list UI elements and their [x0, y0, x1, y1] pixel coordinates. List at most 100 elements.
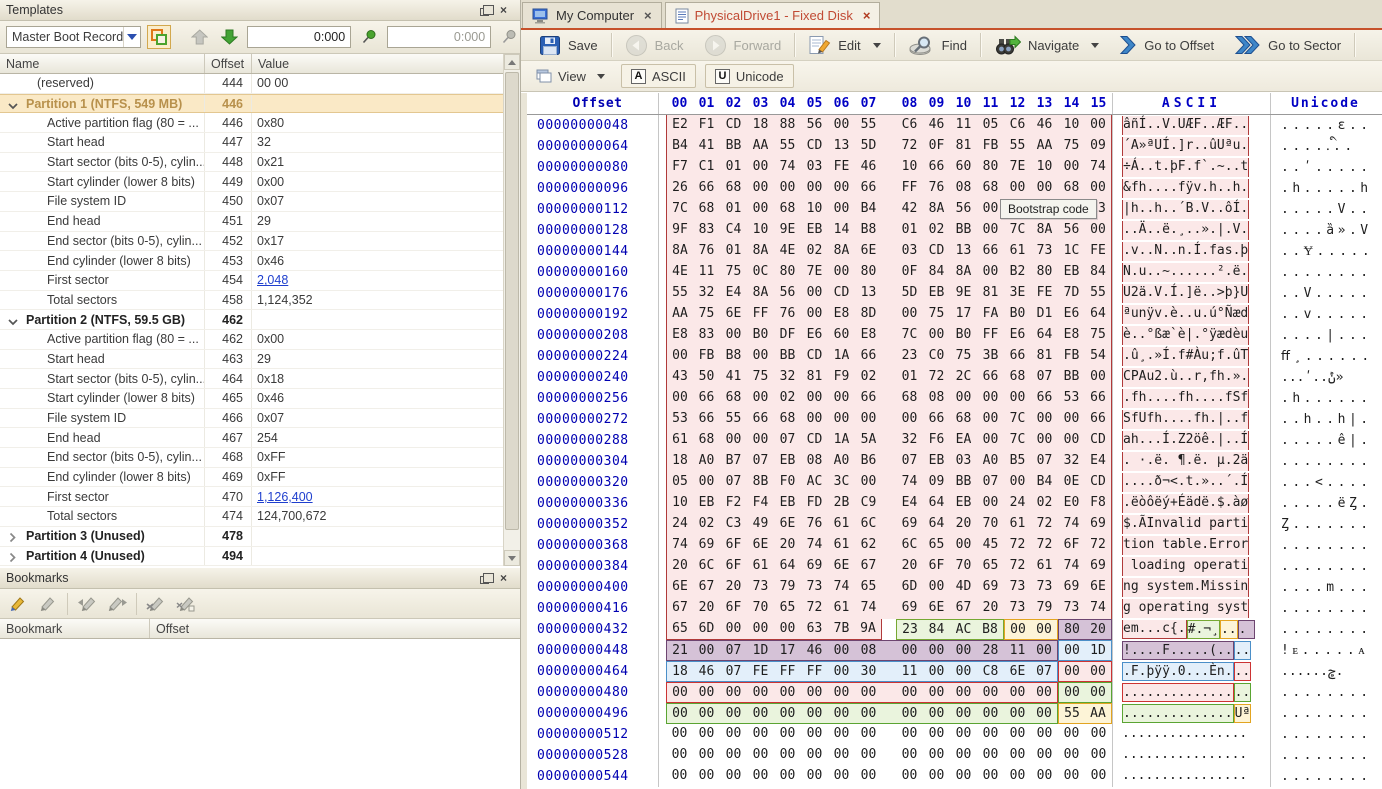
hex-byte-cell[interactable]: 21 — [666, 640, 693, 661]
hex-byte-cell[interactable]: CD — [1085, 430, 1112, 451]
hex-byte-cell[interactable]: 00 — [1058, 745, 1085, 766]
ascii-cell[interactable]: CPAu2.ù..r,fh.». — [1122, 368, 1249, 387]
ascii-cell[interactable]: |h..h..´B.V..ôÍ. — [1122, 200, 1249, 219]
hex-byte-cell[interactable]: 72 — [896, 136, 923, 157]
hex-byte-cell[interactable]: 80 — [1058, 619, 1085, 640]
hex-byte-cell[interactable]: 00 — [828, 640, 855, 661]
template-field-name[interactable]: Active partition flag (80 = ... — [0, 113, 205, 132]
hex-byte-cell[interactable]: 69 — [801, 556, 828, 577]
hex-byte-cell[interactable]: 00 — [1058, 430, 1085, 451]
hex-byte-cell[interactable]: 88 — [774, 115, 801, 136]
chevron-down-icon[interactable] — [1091, 43, 1099, 48]
template-manager-button[interactable] — [147, 25, 171, 49]
hex-byte-cell[interactable]: 00 — [1058, 409, 1085, 430]
hex-byte-cell[interactable]: C9 — [855, 493, 882, 514]
hex-byte-cell[interactable]: 20 — [977, 598, 1004, 619]
hex-byte-cell[interactable]: 74 — [801, 535, 828, 556]
hex-byte-cell[interactable]: 55 — [720, 409, 747, 430]
hex-byte-cell[interactable]: B0 — [1004, 304, 1031, 325]
hex-byte-cell[interactable]: 66 — [693, 409, 720, 430]
hex-byte-cell[interactable]: FF — [774, 661, 801, 682]
ascii-cell[interactable]: ÷Á..t.þF.f`.~..t — [1122, 158, 1249, 177]
hex-byte-cell[interactable]: 43 — [666, 367, 693, 388]
hex-byte-cell[interactable]: 00 — [923, 577, 950, 598]
hex-byte-cell[interactable]: 00 — [1031, 619, 1058, 640]
hex-byte-cell[interactable]: 13 — [950, 241, 977, 262]
hex-byte-cell[interactable]: 00 — [666, 346, 693, 367]
hex-byte-cell[interactable]: 73 — [1031, 577, 1058, 598]
save-button[interactable]: Save — [529, 32, 608, 59]
template-row[interactable]: Total sectors4581,124,352 — [0, 291, 503, 311]
hex-byte-cell[interactable]: 00 — [923, 724, 950, 745]
hex-byte-cell[interactable]: 08 — [923, 388, 950, 409]
hex-byte-cell[interactable]: D1 — [1031, 304, 1058, 325]
hex-byte-cell[interactable]: 00 — [774, 703, 801, 724]
hex-byte-cell[interactable]: FB — [693, 346, 720, 367]
hex-byte-cell[interactable]: 67 — [693, 577, 720, 598]
ascii-cell[interactable]: U2ä.V.Í.]ë..>þ}U — [1122, 284, 1249, 303]
hex-byte-cell[interactable]: 7C — [1004, 409, 1031, 430]
hex-byte-cell[interactable]: EB — [1058, 262, 1085, 283]
hex-byte-cell[interactable]: 66 — [923, 157, 950, 178]
hex-byte-cell[interactable]: 00 — [828, 682, 855, 703]
hex-byte-cell[interactable]: AA — [666, 304, 693, 325]
hex-byte-cell[interactable]: 6F — [923, 556, 950, 577]
hex-byte-cell[interactable]: 00 — [977, 745, 1004, 766]
hex-byte-cell[interactable]: 00 — [923, 703, 950, 724]
template-row[interactable]: End sector (bits 0-5), cylin...4520x17 — [0, 232, 503, 252]
hex-byte-cell[interactable]: 00 — [747, 703, 774, 724]
hex-byte-cell[interactable]: B5 — [1004, 451, 1031, 472]
hex-byte-cell[interactable]: 73 — [1004, 598, 1031, 619]
hex-byte-cell[interactable]: 18 — [666, 661, 693, 682]
hex-byte-cell[interactable]: 66 — [855, 346, 882, 367]
hex-byte-cell[interactable]: 00 — [923, 745, 950, 766]
ascii-cell[interactable]: !....F.....(.. — [1122, 641, 1234, 660]
expander[interactable] — [8, 99, 18, 108]
hex-byte-cell[interactable]: 05 — [666, 472, 693, 493]
edit-bookmark-button[interactable] — [35, 592, 61, 616]
hex-byte-cell[interactable]: 00 — [896, 682, 923, 703]
ascii-cell[interactable]: ....ð¬<.t.»..´.Í — [1122, 473, 1249, 492]
hex-byte-cell[interactable]: 07 — [1031, 661, 1058, 682]
hex-byte-cell[interactable]: 00 — [747, 682, 774, 703]
hex-byte-cell[interactable]: 13 — [828, 136, 855, 157]
hex-byte-cell[interactable]: 00 — [774, 682, 801, 703]
hex-byte-cell[interactable]: 00 — [747, 619, 774, 640]
hex-byte-cell[interactable]: 00 — [1004, 745, 1031, 766]
hex-byte-cell[interactable]: 80 — [774, 262, 801, 283]
hex-byte-cell[interactable]: 3B — [977, 346, 1004, 367]
hex-byte-cell[interactable]: 00 — [855, 682, 882, 703]
hex-byte-cell[interactable]: 00 — [1085, 766, 1112, 787]
hex-byte-cell[interactable]: 6E — [720, 304, 747, 325]
hex-byte-cell[interactable]: B6 — [855, 451, 882, 472]
hex-byte-cell[interactable]: 64 — [923, 514, 950, 535]
ascii-cell[interactable]: . — [1238, 620, 1256, 639]
hex-byte-cell[interactable]: 10 — [666, 493, 693, 514]
hex-byte-cell[interactable]: 07 — [774, 430, 801, 451]
hex-byte-cell[interactable]: F8 — [1085, 493, 1112, 514]
expander[interactable] — [8, 315, 18, 324]
expander[interactable] — [8, 551, 18, 560]
hex-byte-cell[interactable]: 20 — [1085, 619, 1112, 640]
template-row[interactable]: Start head44732 — [0, 133, 503, 153]
hex-byte-cell[interactable]: 49 — [747, 514, 774, 535]
template-field-name[interactable]: Total sectors — [0, 291, 205, 310]
hex-byte-cell[interactable]: 00 — [720, 724, 747, 745]
hex-byte-cell[interactable]: 7E — [801, 262, 828, 283]
hex-byte-cell[interactable]: 24 — [666, 514, 693, 535]
template-field-name[interactable]: End cylinder (lower 8 bits) — [0, 468, 205, 487]
template-row[interactable]: Total sectors474124,700,672 — [0, 507, 503, 527]
hex-byte-cell[interactable]: 66 — [1004, 346, 1031, 367]
hex-byte-cell[interactable]: 03 — [801, 157, 828, 178]
hex-byte-cell[interactable]: E4 — [1085, 451, 1112, 472]
hex-byte-cell[interactable]: 0F — [896, 262, 923, 283]
next-bookmark-button[interactable] — [104, 592, 130, 616]
template-row[interactable]: End cylinder (lower 8 bits)4530x46 — [0, 251, 503, 271]
hex-byte-cell[interactable]: 46 — [855, 157, 882, 178]
hex-byte-cell[interactable]: F4 — [747, 493, 774, 514]
hex-byte-cell[interactable]: 7C — [896, 325, 923, 346]
hex-byte-cell[interactable]: 08 — [801, 451, 828, 472]
sector-link[interactable]: 2,048 — [257, 273, 288, 287]
hex-byte-cell[interactable]: 81 — [1031, 346, 1058, 367]
hex-byte-cell[interactable]: 8A — [923, 199, 950, 220]
